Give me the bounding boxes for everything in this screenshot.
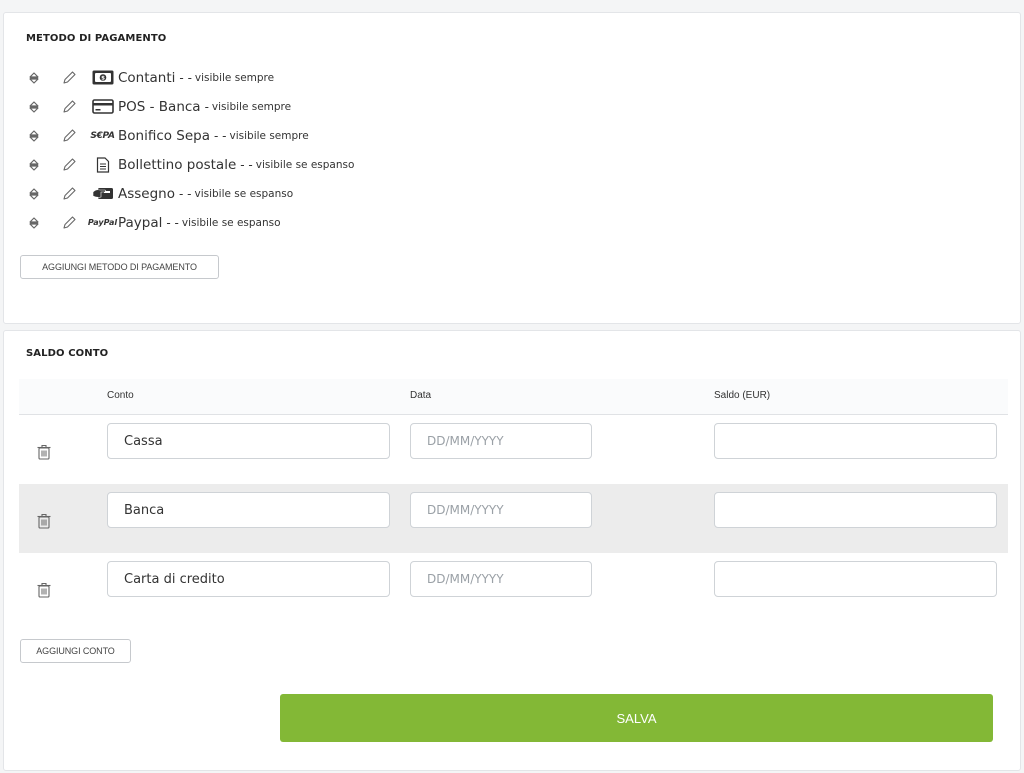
column-header-data: Data [410, 390, 432, 401]
account-balance-panel: SALDO CONTO Conto Data Saldo (EUR) AGGIU… [3, 330, 1021, 771]
sort-icon[interactable] [26, 156, 42, 174]
add-payment-method-button[interactable]: AGGIUNGI METODO DI PAGAMENTO [20, 255, 219, 279]
payment-method-item: Assegno - - visibile se espanso [24, 179, 354, 208]
sepa-logo-text: S€PA [90, 130, 115, 141]
trash-icon[interactable] [37, 582, 51, 602]
pencil-icon[interactable] [59, 185, 79, 203]
account-name-input[interactable] [107, 492, 390, 528]
separator: - - [214, 128, 227, 143]
payment-method-item: S€PA Bonifico Sepa - - visibile sempre [24, 121, 354, 150]
payment-method-item: Bollettino postale - - visibile se espan… [24, 150, 354, 179]
account-name-input[interactable] [107, 423, 390, 459]
separator: - - [179, 70, 192, 85]
visibility-label: visibile se espanso [181, 216, 281, 229]
sort-icon[interactable] [26, 127, 42, 145]
paypal-icon: PayPal [87, 214, 118, 232]
paypal-logo-text: PayPal [87, 218, 118, 227]
credit-card-icon [89, 98, 116, 116]
date-input[interactable] [410, 561, 592, 597]
pencil-icon[interactable] [59, 156, 79, 174]
payment-method-name: Paypal [118, 214, 163, 231]
date-input[interactable] [410, 492, 592, 528]
payment-method-item: POS - Banca - visibile sempre [24, 92, 354, 121]
column-header-conto: Conto [107, 390, 134, 401]
payment-methods-list: $ Contanti - - visibile sempre POS - Ban… [24, 63, 354, 237]
sepa-icon: S€PA [89, 127, 116, 145]
cash-icon: $ [89, 69, 116, 87]
column-header-saldo: Saldo (EUR) [714, 390, 771, 401]
visibility-label: visibile sempre [211, 100, 292, 113]
balance-input[interactable] [714, 561, 997, 597]
separator: - [204, 99, 209, 114]
pencil-icon[interactable] [59, 98, 79, 116]
visibility-label: visibile se espanso [255, 158, 355, 171]
payment-method-name: Bonifico Sepa [118, 127, 211, 144]
payment-method-item: $ Contanti - - visibile sempre [24, 63, 354, 92]
account-name-input[interactable] [107, 561, 390, 597]
payment-methods-panel: METODO DI PAGAMENTO $ Contanti - - visib… [3, 12, 1021, 324]
payment-method-name: Contanti [118, 69, 176, 86]
pencil-icon[interactable] [59, 69, 79, 87]
table-header: Conto Data Saldo (EUR) [19, 379, 1008, 415]
balance-input[interactable] [714, 492, 997, 528]
document-icon [89, 156, 116, 174]
trash-icon[interactable] [37, 444, 51, 464]
cheque-icon [89, 185, 116, 203]
separator: - - [166, 215, 179, 230]
account-balance-title: SALDO CONTO [26, 348, 109, 359]
table-row [19, 415, 1008, 484]
table-row [19, 484, 1008, 553]
sort-icon[interactable] [26, 69, 42, 87]
payment-methods-title: METODO DI PAGAMENTO [26, 33, 167, 44]
visibility-label: visibile sempre [194, 71, 275, 84]
save-button[interactable]: SALVA [280, 694, 993, 742]
sort-icon[interactable] [26, 214, 42, 232]
add-account-button[interactable]: AGGIUNGI CONTO [20, 639, 131, 663]
payment-method-item: PayPal Paypal - - visibile se espanso [24, 208, 354, 237]
sort-icon[interactable] [26, 98, 42, 116]
payment-method-name: Bollettino postale [118, 156, 237, 173]
trash-icon[interactable] [37, 513, 51, 533]
visibility-label: visibile se espanso [194, 187, 294, 200]
table-row [19, 553, 1008, 622]
separator: - - [240, 157, 253, 172]
payment-method-name: POS - Banca [118, 98, 201, 115]
sort-icon[interactable] [26, 185, 42, 203]
pencil-icon[interactable] [59, 127, 79, 145]
svg-text:$: $ [101, 76, 105, 82]
visibility-label: visibile sempre [229, 129, 309, 142]
separator: - - [179, 186, 192, 201]
date-input[interactable] [410, 423, 592, 459]
payment-method-name: Assegno [118, 185, 175, 202]
balance-input[interactable] [714, 423, 997, 459]
pencil-icon[interactable] [59, 214, 79, 232]
